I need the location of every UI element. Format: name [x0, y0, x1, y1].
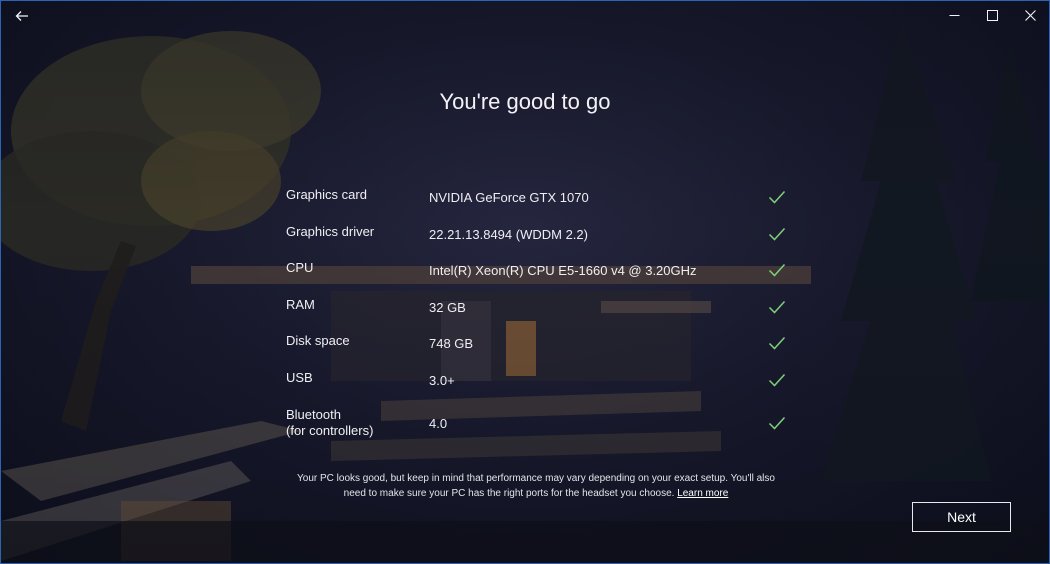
requirement-label: USB [286, 369, 313, 385]
minimize-button[interactable] [935, 1, 973, 29]
performance-note: Your PC looks good, but keep in mind tha… [291, 471, 781, 501]
learn-more-link[interactable]: Learn more [677, 488, 728, 499]
checkmark-icon [768, 300, 786, 314]
requirement-label: Bluetooth (for controllers) [286, 406, 374, 438]
checkmark-icon [768, 264, 786, 277]
requirement-value: 4.0 [429, 415, 448, 431]
next-button[interactable]: Next [912, 502, 1011, 532]
maximize-icon [986, 9, 998, 21]
requirement-value: 3.0+ [429, 372, 455, 388]
page-title: You're good to go [439, 89, 611, 114]
requirement-label: RAM [286, 296, 315, 312]
minimize-icon [949, 14, 959, 16]
requirement-row-ram: RAM 32 GB [286, 295, 796, 332]
requirement-label: Disk space [286, 333, 350, 349]
back-button[interactable] [11, 5, 33, 27]
requirement-row-disk-space: Disk space 748 GB [286, 331, 796, 368]
requirement-value: 748 GB [429, 336, 474, 352]
requirement-row-graphics-driver: Graphics driver 22.21.13.8494 (WDDM 2.2) [286, 222, 796, 259]
requirement-row-usb: USB 3.0+ [286, 368, 796, 405]
requirement-value: 32 GB [429, 299, 466, 315]
close-icon [1024, 9, 1036, 21]
checkmark-icon [768, 373, 786, 387]
maximize-button[interactable] [973, 1, 1011, 29]
requirement-value: Intel(R) Xeon(R) CPU E5-1660 v4 @ 3.20GH… [429, 263, 697, 279]
requirement-row-bluetooth: Bluetooth (for controllers) 4.0 [286, 405, 796, 449]
checkmark-icon [768, 227, 786, 241]
requirement-label: Graphics card [286, 187, 367, 202]
requirements-list: Graphics card NVIDIA GeForce GTX 1070 Gr… [286, 185, 796, 449]
close-button[interactable] [1011, 1, 1049, 29]
requirement-label: CPU [286, 260, 314, 276]
requirement-value: NVIDIA GeForce GTX 1070 [429, 190, 589, 205]
requirement-value: 22.21.13.8494 (WDDM 2.2) [429, 226, 588, 242]
checkmark-icon [768, 337, 786, 350]
checkmark-icon [768, 190, 786, 204]
requirement-row-graphics-card: Graphics card NVIDIA GeForce GTX 1070 [286, 185, 796, 222]
app-window: You're good to go Graphics card NVIDIA G… [0, 0, 1050, 564]
window-controls [935, 1, 1049, 29]
requirement-label: Graphics driver [286, 223, 375, 239]
checkmark-icon [768, 416, 786, 430]
back-arrow-icon [15, 11, 28, 21]
requirement-row-cpu: CPU Intel(R) Xeon(R) CPU E5-1660 v4 @ 3.… [286, 258, 796, 295]
